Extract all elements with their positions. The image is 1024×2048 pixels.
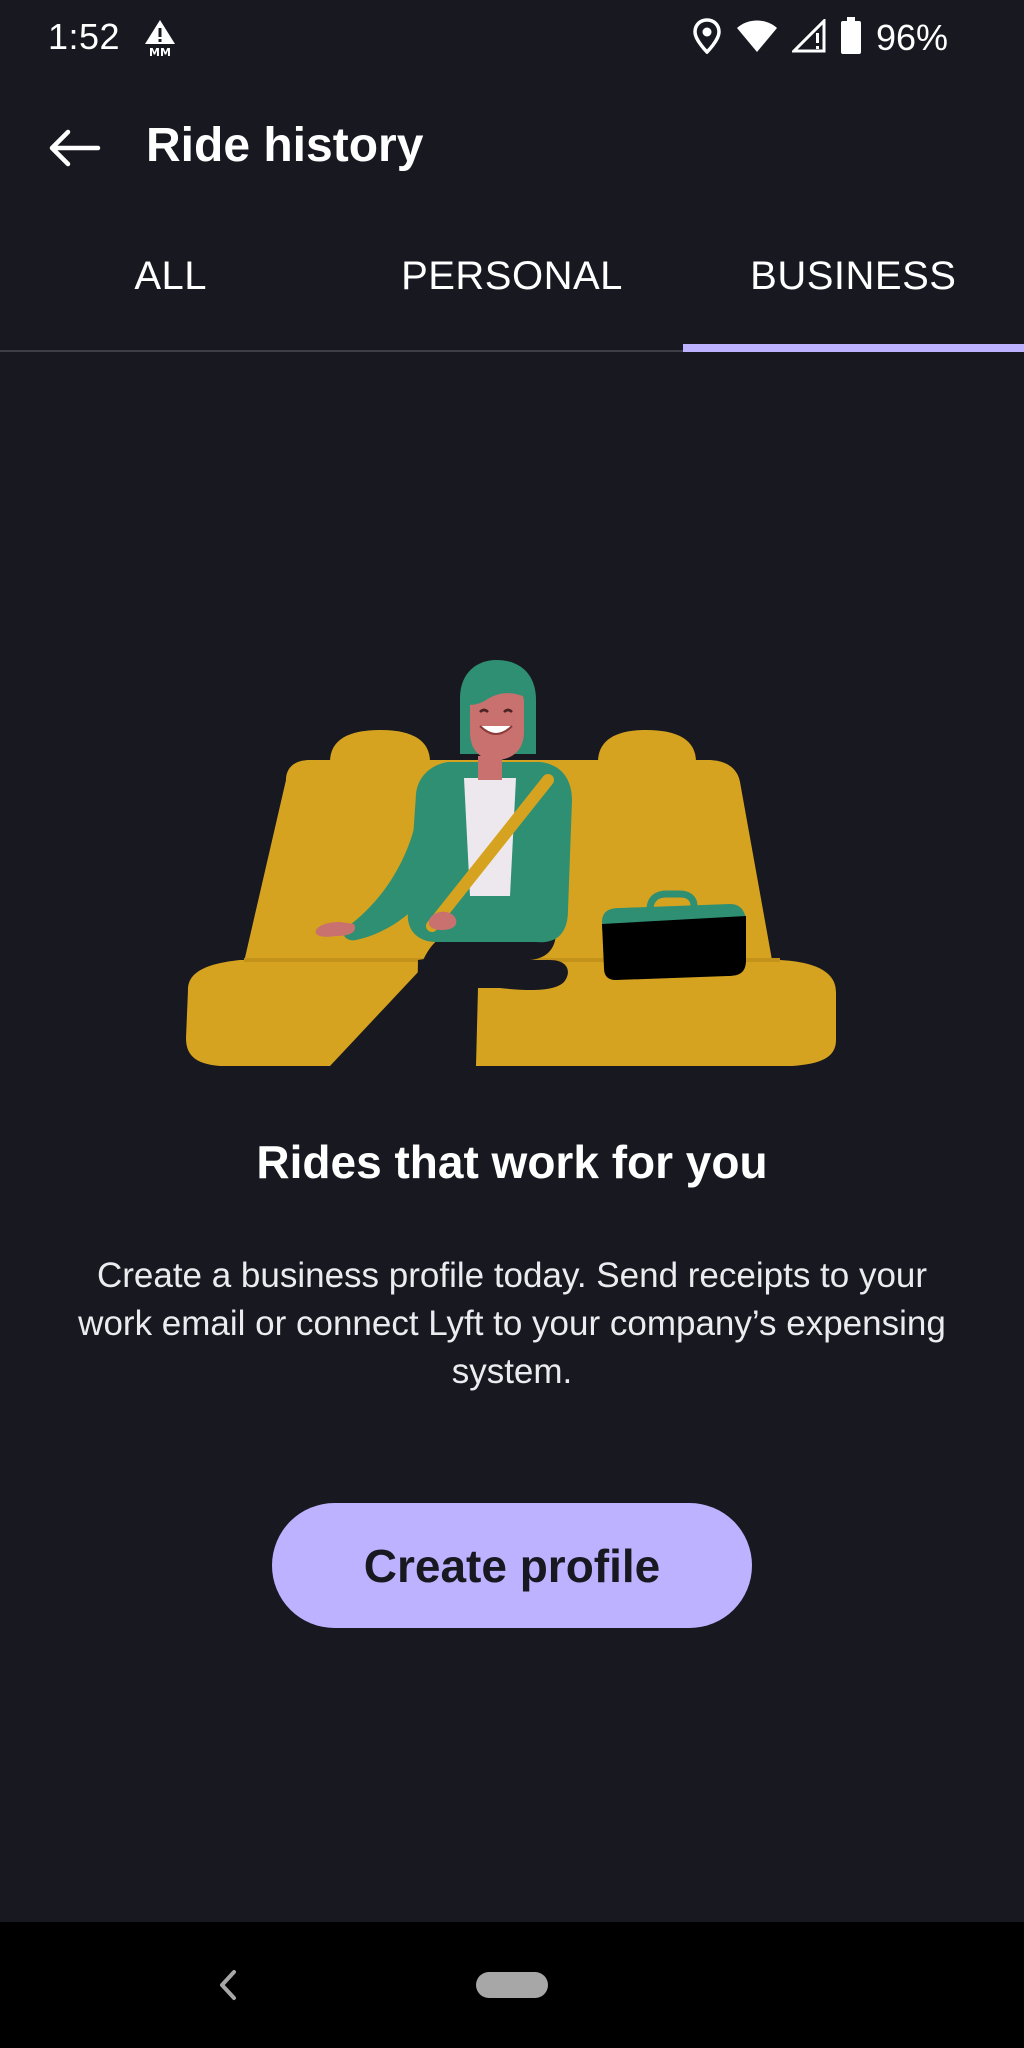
- empty-state-description: Create a business profile today. Send re…: [78, 1256, 946, 1391]
- tab-all[interactable]: ALL: [0, 220, 341, 350]
- battery-percent: 96%: [875, 17, 948, 58]
- empty-state-headline: Rides that work for you: [256, 1136, 768, 1188]
- status-time: 1:52: [48, 16, 121, 57]
- create-profile-button[interactable]: Create profile: [272, 1503, 752, 1628]
- app-bar: Ride history: [0, 74, 1024, 220]
- tab-business[interactable]: BUSINESS: [682, 220, 1024, 352]
- arrow-left-icon: [49, 129, 101, 167]
- status-icons: 96%: [692, 16, 948, 60]
- svg-text:MM: MM: [149, 46, 171, 58]
- nav-home-pill[interactable]: [476, 1972, 548, 1998]
- screen: 1:52 MM 96% Ride history ALL PERSONAL BU…: [0, 0, 1024, 2048]
- system-nav-bar: [0, 1922, 1024, 2048]
- wifi-icon: [736, 19, 778, 58]
- nav-back-icon[interactable]: [208, 1960, 248, 2010]
- status-bar: 1:52 MM 96%: [0, 0, 1024, 74]
- location-icon: [692, 17, 722, 59]
- battery-icon: [840, 16, 862, 60]
- signal-icon: [790, 16, 826, 58]
- tab-bar: ALL PERSONAL BUSINESS: [0, 220, 1024, 352]
- warning-mm-icon: MM: [142, 18, 178, 59]
- page-title: Ride history: [146, 119, 424, 172]
- business-rider-illustration: [180, 660, 844, 1072]
- tab-personal[interactable]: PERSONAL: [341, 220, 682, 350]
- back-button[interactable]: [36, 110, 112, 186]
